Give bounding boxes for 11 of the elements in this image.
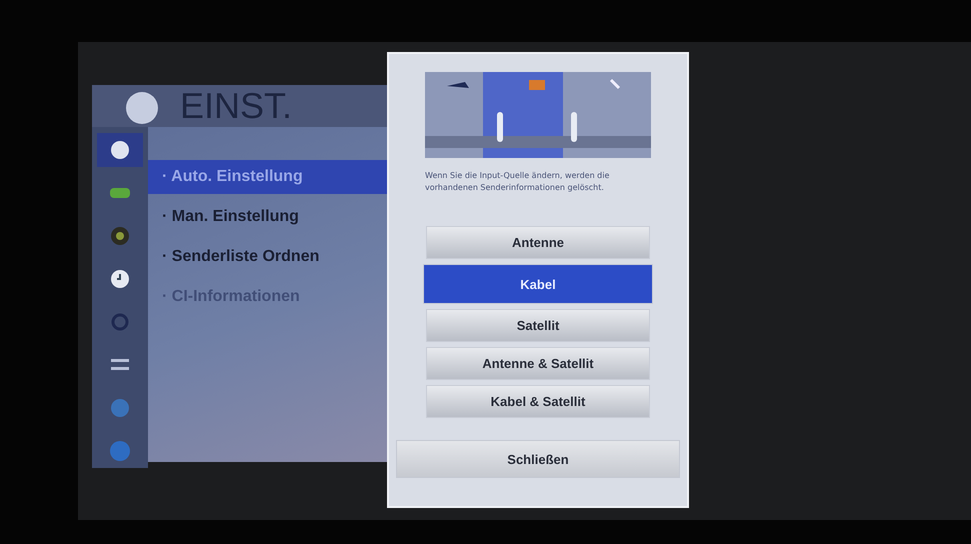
source-option[interactable]: Antenne & Satellit [426, 347, 650, 380]
close-button[interactable]: Schließen [396, 440, 680, 478]
source-option[interactable]: Antenne [426, 226, 650, 259]
clock-icon [108, 267, 132, 291]
source-option[interactable]: Satellit [426, 309, 650, 342]
sidebar-item[interactable] [97, 133, 143, 167]
source-option[interactable]: Kabel & Satellit [426, 385, 650, 418]
lens-icon [108, 224, 132, 248]
menu-title: EINST. [180, 85, 292, 127]
warning-message: Wenn Sie die Input-Quelle ändern, werden die vorhandenen Senderinformationen gelöscht. [425, 170, 610, 194]
source-option[interactable]: Kabel [423, 264, 653, 304]
